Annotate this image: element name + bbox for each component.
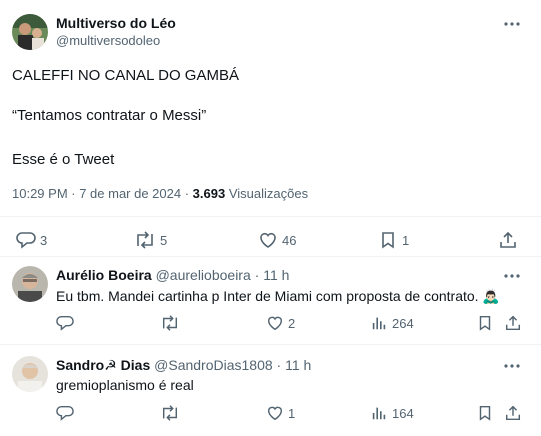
share-icon: [504, 404, 522, 422]
bookmark-button[interactable]: [476, 404, 494, 422]
views-count: 164: [392, 405, 414, 421]
tweet-text-line-1: CALEFFI NO CANAL DO GAMBÁ: [12, 67, 239, 84]
tweet-actions: 3 5 46 1: [0, 228, 541, 252]
more-icon[interactable]: [502, 356, 522, 376]
reply-icon: [56, 404, 74, 422]
retweet-icon: [134, 230, 156, 250]
reply-text: gremioplanismo é real: [56, 377, 194, 393]
like-button[interactable]: 1: [266, 404, 295, 422]
reply-icon: [56, 314, 74, 332]
reply-button[interactable]: 3: [16, 230, 47, 250]
views-button[interactable]: 264: [370, 314, 414, 332]
views-icon: [370, 314, 388, 332]
retweet-button[interactable]: [160, 314, 180, 332]
tweet-text-line-2: “Tentamos contratar o Messi”: [12, 107, 207, 124]
divider: [0, 256, 541, 257]
reply-author-handle[interactable]: @aurelioboeira: [156, 267, 251, 283]
reply-actions: 2 264: [0, 314, 541, 334]
like-button[interactable]: 46: [258, 230, 296, 250]
views-count: 264: [392, 315, 414, 331]
views-label: Visualizações: [225, 186, 309, 201]
more-icon[interactable]: [502, 266, 522, 286]
divider: [0, 344, 541, 345]
reply-time[interactable]: · 11 h: [251, 267, 290, 283]
reply-header: Aurélio Boeira @aurelioboeira · 11 h: [56, 267, 289, 283]
like-count: 2: [288, 315, 296, 331]
like-icon: [266, 404, 284, 422]
retweet-count: 5: [160, 232, 168, 248]
retweet-icon: [160, 404, 180, 422]
reply-icon: [16, 230, 36, 250]
more-icon[interactable]: [502, 14, 522, 34]
reply-button[interactable]: [56, 404, 74, 422]
share-button[interactable]: [504, 404, 522, 422]
author-name[interactable]: Multiverso do Léo: [56, 15, 176, 31]
views-count: 3.693: [192, 186, 226, 201]
share-icon: [498, 230, 518, 250]
author-handle[interactable]: @multiversodoleo: [56, 33, 160, 48]
tweet-meta: 10:29 PM · 7 de mar de 2024 · 3.693 Visu…: [12, 186, 308, 201]
reply-actions: 1 164: [0, 404, 541, 424]
like-icon: [266, 314, 284, 332]
author-avatar[interactable]: [12, 14, 48, 50]
tweet-timestamp[interactable]: 10:29 PM · 7 de mar de 2024 ·: [12, 186, 193, 201]
reply-count: 3: [40, 232, 48, 248]
reply-avatar[interactable]: [12, 356, 48, 392]
like-count: 46: [282, 232, 297, 248]
bookmark-icon: [476, 314, 494, 332]
reply-header: Sandro☭ Dias @SandroDias1808 · 11 h: [56, 357, 311, 374]
share-button[interactable]: [504, 314, 522, 332]
retweet-button[interactable]: [160, 404, 180, 422]
tweet-text-line-3: Esse é o Tweet: [12, 151, 115, 168]
retweet-icon: [160, 314, 180, 332]
share-button[interactable]: [498, 230, 518, 250]
reply-button[interactable]: [56, 314, 74, 332]
reply-author-name[interactable]: Sandro☭ Dias: [56, 357, 150, 373]
like-icon: [258, 230, 278, 250]
views-icon: [370, 404, 388, 422]
bookmark-button[interactable]: [476, 314, 494, 332]
bookmark-icon: [476, 404, 494, 422]
share-icon: [504, 314, 522, 332]
reply-author-handle[interactable]: @SandroDias1808: [154, 357, 273, 373]
like-button[interactable]: 2: [266, 314, 295, 332]
reply-avatar[interactable]: [12, 266, 48, 302]
divider: [0, 216, 541, 217]
bookmark-icon: [378, 230, 398, 250]
retweet-button[interactable]: 5: [134, 230, 167, 250]
bookmark-button[interactable]: 1: [378, 230, 409, 250]
reply-author-name[interactable]: Aurélio Boeira: [56, 267, 152, 283]
like-count: 1: [288, 405, 296, 421]
bookmark-count: 1: [402, 232, 410, 248]
views-button[interactable]: 164: [370, 404, 414, 422]
reply-time[interactable]: · 11 h: [273, 357, 312, 373]
reply-text: Eu tbm. Mandei cartinha p Inter de Miami…: [56, 288, 500, 304]
